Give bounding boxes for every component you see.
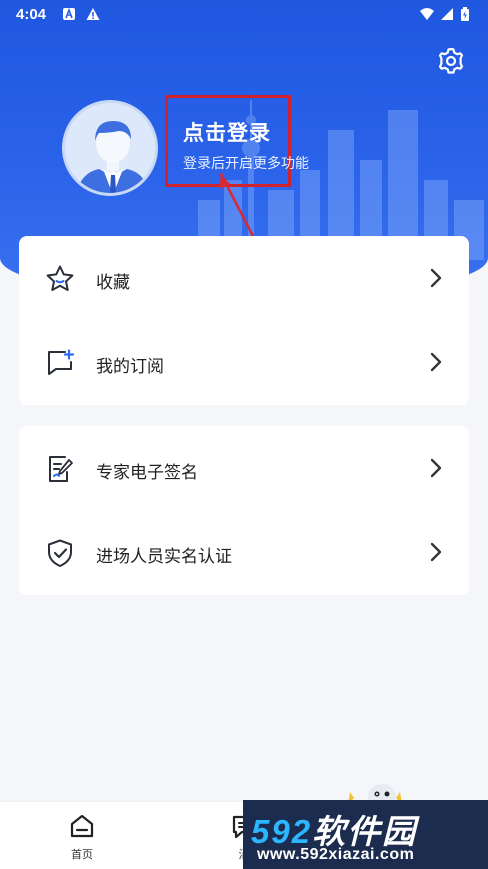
status-bar: 4:04 xyxy=(0,0,488,30)
signal-icon xyxy=(441,8,453,20)
menu-row-expert-signature[interactable]: 专家电子签名 xyxy=(19,426,469,510)
login-subtitle: 登录后开启更多功能 xyxy=(183,155,309,171)
warning-icon xyxy=(86,8,100,20)
battery-icon xyxy=(461,7,469,21)
screen: 4:04 点击登录 登录后开启更多功能 收藏 我的订阅 专家电子签名 进场人员实… xyxy=(0,0,488,869)
menu-card-secondary: 专家电子签名 进场人员实名认证 xyxy=(19,426,469,595)
signature-icon xyxy=(49,456,73,482)
login-title[interactable]: 点击登录 xyxy=(183,117,271,147)
watermark-banner: 592软件园 www.592xiazai.com xyxy=(243,800,488,869)
nav-home[interactable]: 首页 xyxy=(52,812,112,868)
subscribe-icon xyxy=(48,349,75,375)
avatar[interactable] xyxy=(62,100,158,196)
menu-row-subscriptions[interactable]: 我的订阅 xyxy=(19,320,469,404)
menu-card-primary: 收藏 我的订阅 xyxy=(19,236,469,405)
nav-home-label: 首页 xyxy=(71,849,93,861)
shield-check-icon xyxy=(48,539,72,567)
a-notification-icon xyxy=(63,7,75,20)
menu-row-label: 专家电子签名 xyxy=(96,463,198,482)
menu-row-favorites[interactable]: 收藏 xyxy=(19,236,469,320)
watermark-url: www.592xiazai.com xyxy=(257,846,415,863)
chevron-right-icon xyxy=(430,458,442,478)
settings-gear-icon[interactable] xyxy=(436,46,466,76)
watermark-brand-text: 软件园 xyxy=(312,813,418,850)
chevron-right-icon xyxy=(430,268,442,288)
watermark-brand-number: 592 xyxy=(251,813,313,850)
home-icon xyxy=(70,814,94,838)
status-time: 4:04 xyxy=(16,6,47,23)
star-icon xyxy=(46,265,74,291)
menu-row-real-name-verification[interactable]: 进场人员实名认证 xyxy=(19,510,469,594)
menu-row-label: 进场人员实名认证 xyxy=(96,547,232,566)
chevron-right-icon xyxy=(430,352,442,372)
wifi-icon xyxy=(420,8,434,20)
menu-row-label: 收藏 xyxy=(96,273,130,292)
menu-row-label: 我的订阅 xyxy=(96,357,164,376)
chevron-right-icon xyxy=(430,542,442,562)
